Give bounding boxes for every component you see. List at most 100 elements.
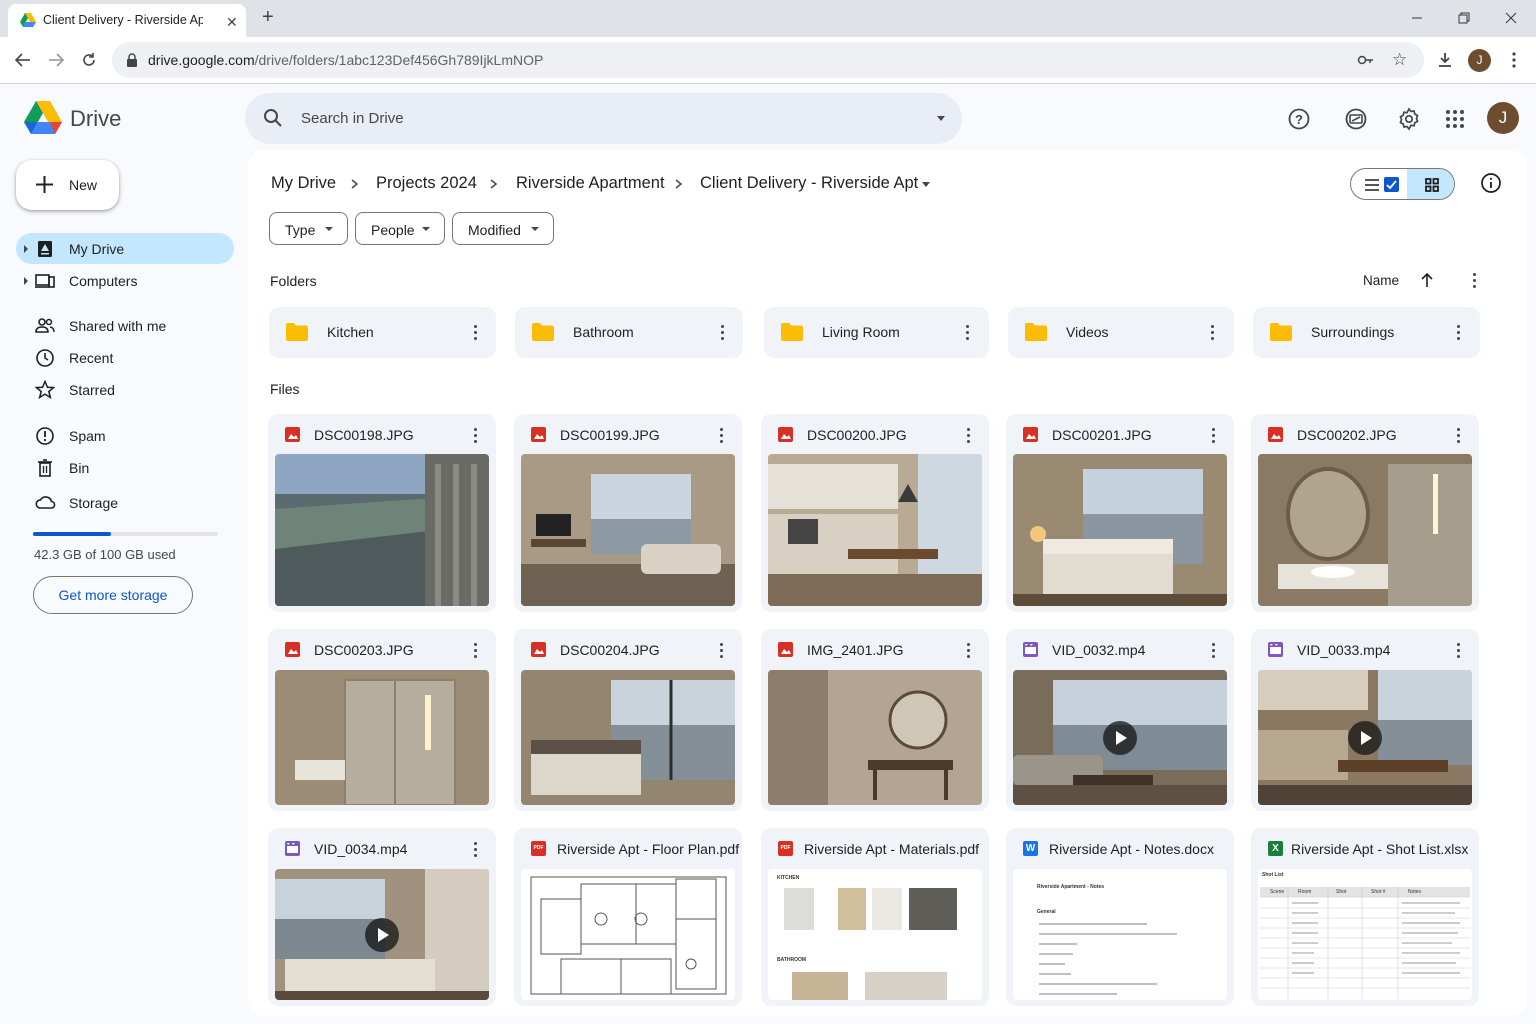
browser-profile-avatar[interactable]: J xyxy=(1468,49,1491,72)
sidebar-item-starred[interactable]: Starred xyxy=(16,374,234,405)
back-icon[interactable] xyxy=(14,51,32,69)
play-icon[interactable] xyxy=(1348,720,1382,755)
play-icon[interactable] xyxy=(365,917,399,952)
drive-logo-icon[interactable] xyxy=(24,101,62,134)
file-card[interactable]: DSC00200.JPG xyxy=(761,414,989,612)
more-options-icon[interactable] xyxy=(967,643,971,659)
view-toggle[interactable] xyxy=(1350,168,1455,200)
material-swatch xyxy=(792,972,848,1000)
file-card[interactable]: DSC00201.JPG xyxy=(1006,414,1234,612)
more-options-icon[interactable] xyxy=(474,325,478,341)
url-text[interactable]: drive.google.com/drive/folders/1abc123De… xyxy=(148,52,543,68)
more-options-icon[interactable] xyxy=(474,842,478,858)
search-icon[interactable] xyxy=(263,108,283,128)
sidebar-item-computers[interactable]: Computers xyxy=(16,265,234,296)
filter-type-chip[interactable]: Type xyxy=(269,212,348,245)
file-card[interactable]: DSC00204.JPG xyxy=(514,629,742,811)
folder-card[interactable]: Kitchen xyxy=(269,307,496,358)
account-avatar[interactable]: J xyxy=(1487,102,1519,134)
file-card[interactable]: IMG_2401.JPG xyxy=(761,629,989,811)
expand-caret-icon[interactable] xyxy=(24,245,28,253)
forward-icon[interactable] xyxy=(47,51,65,69)
tab-close-icon[interactable]: ✕ xyxy=(226,14,238,31)
folder-icon xyxy=(286,323,308,341)
restore-icon[interactable] xyxy=(1455,9,1473,27)
more-options-icon[interactable] xyxy=(474,643,478,659)
image-file-icon xyxy=(531,427,546,442)
breadcrumb-current-folder[interactable]: Client Delivery - Riverside Apt xyxy=(700,174,918,193)
sort-ascending-arrow-icon[interactable] xyxy=(1420,272,1434,288)
folder-menu-caret-icon[interactable] xyxy=(922,182,930,187)
filter-people-chip[interactable]: People xyxy=(355,212,445,245)
file-card[interactable]: PDF Riverside Apt - Floor Plan.pdf xyxy=(514,828,742,1006)
folder-card[interactable]: Videos xyxy=(1008,307,1234,358)
more-options-icon[interactable] xyxy=(1212,428,1216,444)
apps-grid-icon[interactable] xyxy=(1443,107,1467,131)
list-view-icon[interactable] xyxy=(1365,178,1381,192)
key-icon[interactable] xyxy=(1357,52,1375,68)
help-icon[interactable]: ? xyxy=(1287,107,1311,131)
play-icon[interactable] xyxy=(1103,720,1137,755)
sidebar-item-storage[interactable]: Storage xyxy=(16,487,234,518)
new-button[interactable]: New xyxy=(16,160,119,210)
more-options-icon[interactable] xyxy=(1473,273,1477,289)
file-card[interactable]: DSC00198.JPG xyxy=(268,414,496,612)
sort-by-name[interactable]: Name xyxy=(1363,273,1399,288)
more-options-icon[interactable] xyxy=(1212,643,1216,659)
file-card[interactable]: W Riverside Apt - Notes.docx Riverside A… xyxy=(1006,828,1234,1006)
grid-view-button[interactable] xyxy=(1407,169,1454,199)
search-input[interactable]: Search in Drive xyxy=(301,110,404,127)
search-bar[interactable]: Search in Drive xyxy=(245,93,962,144)
file-card[interactable]: VID_0034.mp4 xyxy=(268,828,496,1006)
sidebar-item-spam[interactable]: Spam xyxy=(16,420,234,451)
more-options-icon[interactable] xyxy=(720,428,724,444)
file-name: DSC00204.JPG xyxy=(560,642,660,658)
settings-gear-icon[interactable] xyxy=(1397,107,1421,131)
more-options-icon[interactable] xyxy=(1457,428,1461,444)
browser-menu-icon[interactable] xyxy=(1512,52,1516,68)
folder-card[interactable]: Living Room xyxy=(764,307,989,358)
sidebar-item-label: Bin xyxy=(69,460,90,476)
file-card[interactable]: DSC00199.JPG xyxy=(514,414,742,612)
file-card[interactable]: VID_0033.mp4 xyxy=(1251,629,1479,811)
details-info-icon[interactable] xyxy=(1480,172,1502,194)
file-card[interactable]: DSC00202.JPG xyxy=(1251,414,1479,612)
more-options-icon[interactable] xyxy=(720,643,724,659)
more-options-icon[interactable] xyxy=(474,428,478,444)
close-window-icon[interactable] xyxy=(1502,9,1520,27)
minimize-icon[interactable] xyxy=(1408,9,1426,27)
more-options-icon[interactable] xyxy=(966,325,970,341)
bookmark-star-icon[interactable]: ☆ xyxy=(1392,50,1407,70)
more-options-icon[interactable] xyxy=(1211,325,1215,341)
lock-icon[interactable] xyxy=(126,53,138,67)
breadcrumb-projects-2024[interactable]: Projects 2024 xyxy=(376,174,477,193)
address-bar[interactable]: drive.google.com/drive/folders/1abc123De… xyxy=(112,42,1424,78)
new-tab-icon[interactable]: + xyxy=(262,6,274,29)
browser-tab[interactable]: Client Delivery - Riverside Apt - Google… xyxy=(8,4,246,37)
reload-icon[interactable] xyxy=(80,51,98,69)
download-icon[interactable] xyxy=(1436,51,1454,69)
more-options-icon[interactable] xyxy=(721,325,725,341)
more-options-icon[interactable] xyxy=(1457,643,1461,659)
file-card[interactable]: PDF Riverside Apt - Materials.pdf KITCHE… xyxy=(761,828,989,1006)
chip-label: Modified xyxy=(468,222,521,238)
sidebar-item-recent[interactable]: Recent xyxy=(16,342,234,373)
breadcrumb-my-drive[interactable]: My Drive xyxy=(271,174,336,193)
filter-modified-chip[interactable]: Modified xyxy=(452,212,554,245)
offline-status-icon[interactable] xyxy=(1344,107,1368,131)
file-card[interactable]: VID_0032.mp4 xyxy=(1006,629,1234,811)
sidebar-item-shared-with-me[interactable]: Shared with me xyxy=(16,310,234,341)
app-name[interactable]: Drive xyxy=(70,106,121,132)
search-options-icon[interactable] xyxy=(937,116,945,121)
file-card[interactable]: X Riverside Apt - Shot List.xlsx Shot Li… xyxy=(1251,828,1479,1006)
folder-card[interactable]: Surroundings xyxy=(1253,307,1480,358)
more-options-icon[interactable] xyxy=(967,428,971,444)
file-card[interactable]: DSC00203.JPG xyxy=(268,629,496,811)
get-more-storage-button[interactable]: Get more storage xyxy=(33,576,193,614)
more-options-icon[interactable] xyxy=(1457,325,1461,341)
sidebar-item-bin[interactable]: Bin xyxy=(16,452,234,483)
expand-caret-icon[interactable] xyxy=(24,277,28,285)
breadcrumb-riverside-apartment[interactable]: Riverside Apartment xyxy=(516,174,665,193)
folder-card[interactable]: Bathroom xyxy=(515,307,743,358)
sidebar-item-my-drive[interactable]: My Drive xyxy=(16,233,234,264)
